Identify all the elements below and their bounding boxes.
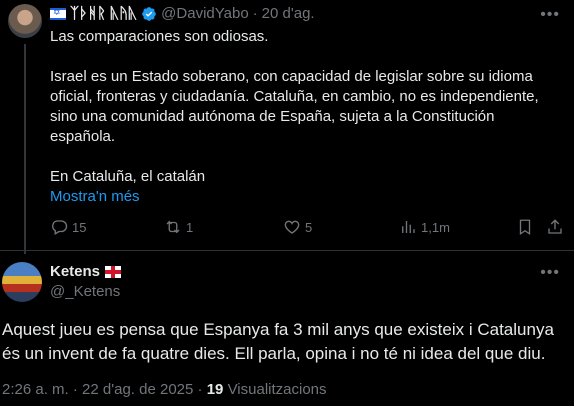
repost-icon <box>166 220 180 234</box>
avatar[interactable] <box>2 262 42 302</box>
repost-button[interactable]: 1 <box>164 218 193 236</box>
separator-dot: · <box>252 5 258 22</box>
reply-count: 15 <box>72 219 87 235</box>
display-name[interactable]: ᛉᚦᚻᚱ ᚣᚤᚣ <box>70 5 137 22</box>
separator-dot: · <box>72 381 78 398</box>
verified-badge-icon[interactable] <box>141 6 157 22</box>
reply-button[interactable]: 15 <box>50 218 86 236</box>
parent-tweet[interactable]: ᛉᚦᚻᚱ ᚣᚤᚣ @DavidYabo · 20 d'ag. ••• Las c… <box>0 0 574 254</box>
action-bar: 15 1 5 1,1m <box>50 218 570 238</box>
author-name-row: Ketens <box>50 263 122 280</box>
like-button[interactable]: 5 <box>283 218 312 236</box>
analytics-icon <box>402 221 415 233</box>
thread-line <box>24 44 26 254</box>
tweet-meta: 2:26 a. m. · 22 d'ag. de 2025 · 19 Visua… <box>2 381 327 398</box>
tweet-date[interactable]: 20 d'ag. <box>262 5 315 22</box>
share-icon <box>548 219 562 234</box>
paragraph: Las comparaciones son odiosas. <box>50 28 269 45</box>
divider <box>0 250 574 251</box>
repost-count: 1 <box>186 219 194 235</box>
tweet-header: ᛉᚦᚻᚱ ᚣᚤᚣ @DavidYabo · 20 d'ag. <box>50 5 315 22</box>
england-flag-icon <box>105 265 122 278</box>
heart-icon <box>284 220 300 234</box>
show-more-link[interactable]: Mostra'n més <box>50 187 562 207</box>
views-count: 19 <box>206 381 224 398</box>
avatar[interactable] <box>8 4 42 38</box>
handle[interactable]: @_Ketens <box>50 283 120 300</box>
bookmark-icon <box>519 219 531 236</box>
views-button[interactable]: 1,1m <box>399 218 450 236</box>
tweet-date[interactable]: 22 d'ag. de 2025 <box>82 381 193 398</box>
tweet-text: Aquest jueu es pensa que Espanya fa 3 mi… <box>2 320 554 363</box>
tweet-time[interactable]: 2:26 a. m. <box>2 381 69 398</box>
tweet-text: Las comparaciones son odiosas. Israel es… <box>50 27 562 207</box>
reply-icon <box>52 220 68 235</box>
handle[interactable]: @DavidYabo <box>161 5 249 22</box>
display-name[interactable]: Ketens <box>50 263 100 280</box>
more-horizontal-icon[interactable]: ••• <box>540 6 560 24</box>
views-count: 1,1m <box>421 219 450 235</box>
views-label: Visualitzacions <box>227 381 327 398</box>
paragraph: En Cataluña, el catalán <box>50 168 206 185</box>
paragraph: Israel es un Estado soberano, con capaci… <box>50 68 539 145</box>
israel-flag-icon <box>50 7 66 20</box>
share-button[interactable] <box>546 218 564 236</box>
more-horizontal-icon[interactable]: ••• <box>540 264 560 282</box>
separator-dot: · <box>197 381 203 398</box>
like-count: 5 <box>305 219 313 235</box>
bookmark-button[interactable] <box>516 218 534 236</box>
